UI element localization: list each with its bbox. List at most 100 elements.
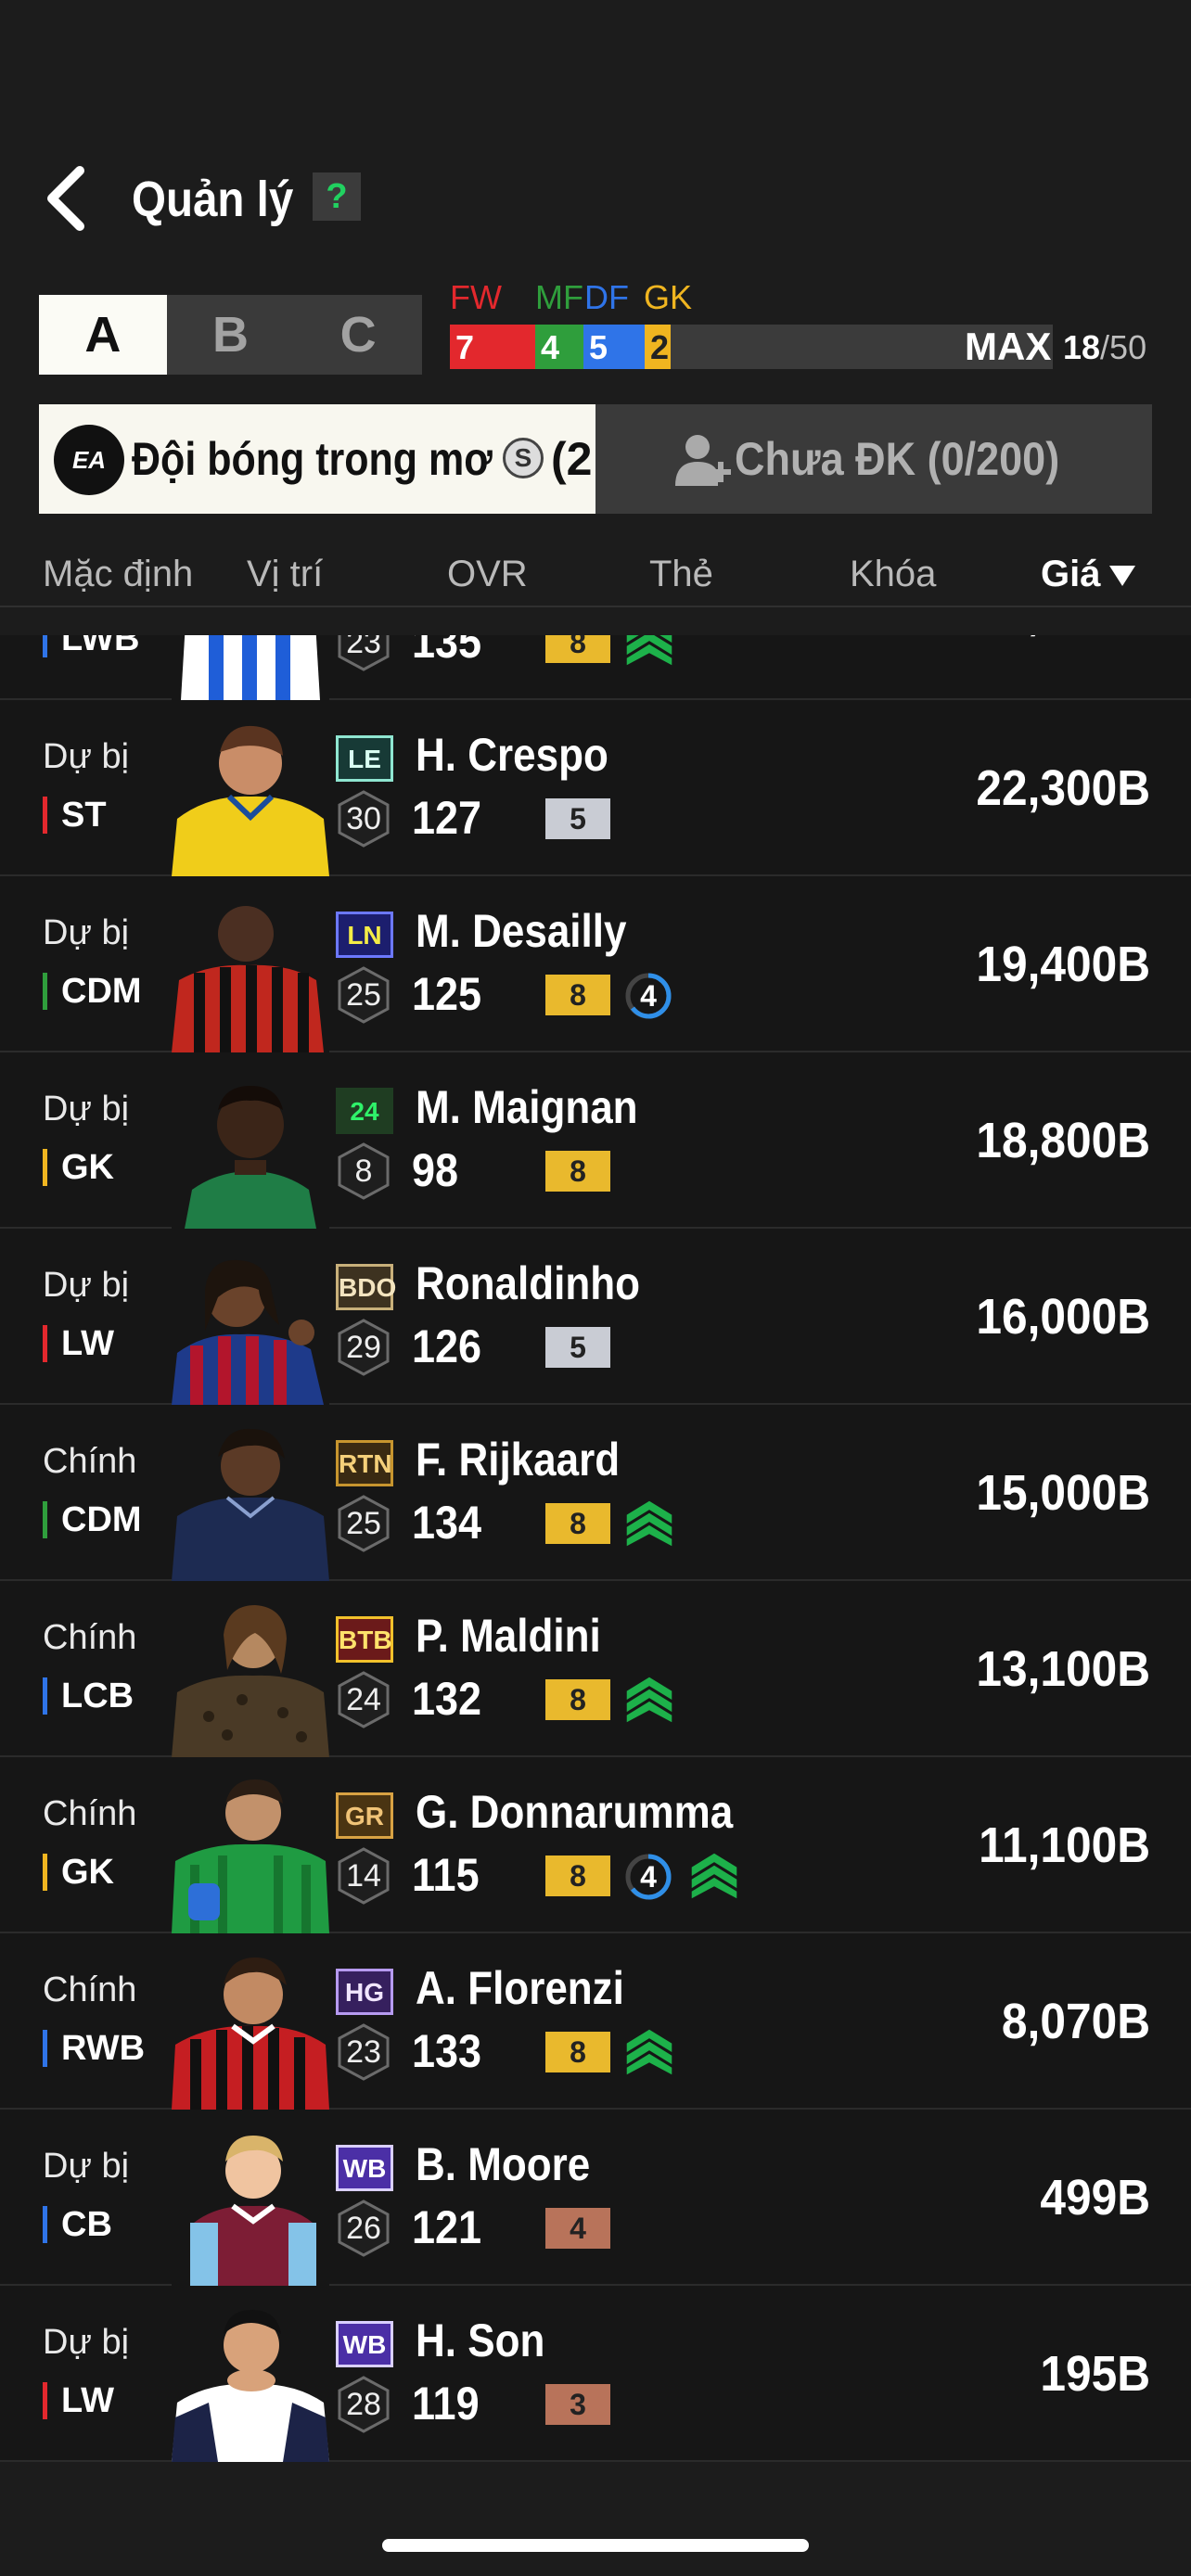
position-count-gk: 2 <box>645 325 671 369</box>
column-ovr[interactable]: OVR <box>447 542 528 606</box>
column-card[interactable]: Thẻ <box>649 542 713 606</box>
max-label: MAX <box>965 325 1052 368</box>
player-level: 26 <box>346 2211 381 2246</box>
player-photo <box>172 1067 329 1229</box>
column-position[interactable]: Vị trí <box>247 542 323 606</box>
upgrade-grade-badge: 8 <box>545 1503 610 1544</box>
player-row[interactable]: Chính RWB HG 23 A. Florenzi 133 8 8,070B <box>0 1933 1191 2110</box>
upgrade-grade-badge: 8 <box>545 2032 610 2072</box>
player-row[interactable]: Chính LCB BTB 24 P. Maldini 132 8 13,100B <box>0 1581 1191 1757</box>
team-color-value: 4 <box>640 979 657 1013</box>
position-stripe <box>43 635 47 657</box>
player-status: Dự bị <box>43 737 130 776</box>
season-badge-icon: 24 <box>336 1088 393 1134</box>
player-price: 195B <box>1040 2346 1150 2402</box>
player-row[interactable]: Dự bị CB WB 26 B. Moore 121 4 499B <box>0 2110 1191 2286</box>
player-price: 22,300B <box>976 760 1150 816</box>
player-ovr: 133 <box>412 2025 482 2077</box>
back-arrow-icon[interactable] <box>39 165 95 232</box>
player-price: 18,800B <box>976 1113 1150 1168</box>
player-ovr: 121 <box>412 2201 482 2253</box>
player-name: M. Desailly <box>416 905 627 957</box>
season-badge-icon: BTB <box>336 1616 393 1663</box>
player-ovr: 134 <box>412 1497 482 1549</box>
column-price-label: Giá <box>1041 554 1101 594</box>
upgrade-grade-badge: 8 <box>545 975 610 1015</box>
player-row[interactable]: Dự bị LW BDO 29 Ronaldinho 126 5 16,000B <box>0 1229 1191 1405</box>
player-status: Chính <box>43 1970 137 2009</box>
team-name: Đội bóng trong mơ <box>132 433 493 485</box>
team-selector[interactable]: EA Đội bóng trong mơ S (2 <box>39 404 596 514</box>
player-level: 30 <box>346 801 381 836</box>
help-icon[interactable]: ? <box>313 172 361 221</box>
squad-count-current: 18 <box>1063 328 1101 366</box>
player-photo <box>172 715 329 876</box>
tab-squad-a[interactable]: A <box>39 295 167 375</box>
tab-squad-b[interactable]: B <box>167 295 295 375</box>
season-badge-icon: LE <box>336 735 393 782</box>
page-title: Quản lý <box>132 172 294 227</box>
player-status: Dự bị <box>43 913 130 952</box>
team-name-suffix: (2 <box>551 433 593 485</box>
season-badge-icon: WB <box>336 2321 393 2367</box>
player-ovr: 115 <box>412 1849 480 1901</box>
player-level: 23 <box>346 635 381 660</box>
player-status: Dự bị <box>43 1266 130 1305</box>
player-price: 19,400B <box>976 937 1150 992</box>
player-photo <box>172 2301 329 2462</box>
player-row[interactable]: Dự bị GK 24 8 M. Maignan 98 8 18,800B <box>0 1052 1191 1229</box>
column-default[interactable]: Mặc định <box>43 542 193 606</box>
position-stripe <box>43 1149 47 1186</box>
player-name: P. Maldini <box>416 1610 601 1662</box>
position-label-gk: GK <box>644 278 693 316</box>
unregistered-label: Chưa ĐK (0/200) <box>735 433 1060 485</box>
player-row[interactable]: LWB 23 135 8 22,700B <box>0 635 1191 700</box>
player-level: 25 <box>346 1506 381 1541</box>
position-stripe <box>43 2382 47 2419</box>
column-headers: Mặc định Vị trí OVR Thẻ Khóa Giá <box>0 542 1191 607</box>
player-row[interactable]: Chính GK GR 14 G. Donnarumma 115 8 4 11,100B <box>0 1757 1191 1933</box>
position-count-mf: 4 <box>535 325 583 369</box>
player-photo <box>172 1243 329 1405</box>
rank-up-chevrons-icon <box>691 1853 737 1899</box>
home-indicator[interactable] <box>382 2539 809 2552</box>
player-level: 28 <box>346 2387 381 2422</box>
player-name: H. Son <box>416 2315 545 2366</box>
upgrade-grade-badge: 8 <box>545 1679 610 1720</box>
player-row[interactable]: Dự bị ST LE 30 H. Crespo 127 5 22,300B <box>0 700 1191 876</box>
upgrade-grade-badge: 5 <box>545 1327 610 1368</box>
player-row[interactable]: Dự bị LW WB 28 H. Son 119 3 195B <box>0 2286 1191 2462</box>
upgrade-grade-badge: 8 <box>545 1855 610 1896</box>
player-position-label: RWB <box>61 2029 146 2068</box>
ea-logo-icon: EA <box>54 425 124 495</box>
player-name: Ronaldinho <box>416 1257 640 1309</box>
player-list[interactable]: LWB 23 135 8 22,700B Dự bị ST LE 30 H. Crespo 127 5… <box>0 635 1191 2480</box>
player-price: 15,000B <box>976 1465 1150 1521</box>
upgrade-grade-badge: 8 <box>545 635 610 663</box>
player-level: 24 <box>346 1682 381 1717</box>
player-level: 8 <box>354 1154 373 1189</box>
column-price[interactable]: Giá <box>1041 542 1136 606</box>
player-row[interactable]: Chính CDM RTN 25 F. Rijkaard 134 8 15,000B <box>0 1405 1191 1581</box>
column-lock[interactable]: Khóa <box>850 542 936 606</box>
player-row[interactable]: Dự bị CDM LN 25 M. Desailly 125 8 4 19,400B <box>0 876 1191 1052</box>
position-count-df: 5 <box>583 325 645 369</box>
unregistered-button[interactable]: Chưa ĐK (0/200) <box>596 404 1152 514</box>
position-stripe <box>43 2030 47 2067</box>
player-price: 11,100B <box>978 1817 1150 1873</box>
player-price: 16,000B <box>976 1289 1150 1345</box>
player-name: H. Crespo <box>416 729 608 781</box>
player-name: A. Florenzi <box>416 1962 624 2014</box>
s-badge-icon: S <box>503 438 544 478</box>
rank-up-chevrons-icon <box>626 635 672 666</box>
player-ovr: 135 <box>412 635 482 668</box>
tab-squad-c[interactable]: C <box>294 295 422 375</box>
position-stripe <box>43 973 47 1010</box>
player-status: Chính <box>43 1442 137 1481</box>
player-level: 14 <box>346 1858 381 1894</box>
season-badge-icon: HG <box>336 1969 393 2015</box>
player-price: 13,100B <box>976 1641 1150 1697</box>
player-position-label: CDM <box>61 1500 142 1539</box>
position-label-df: DF <box>584 278 629 316</box>
player-level: 25 <box>346 977 381 1013</box>
